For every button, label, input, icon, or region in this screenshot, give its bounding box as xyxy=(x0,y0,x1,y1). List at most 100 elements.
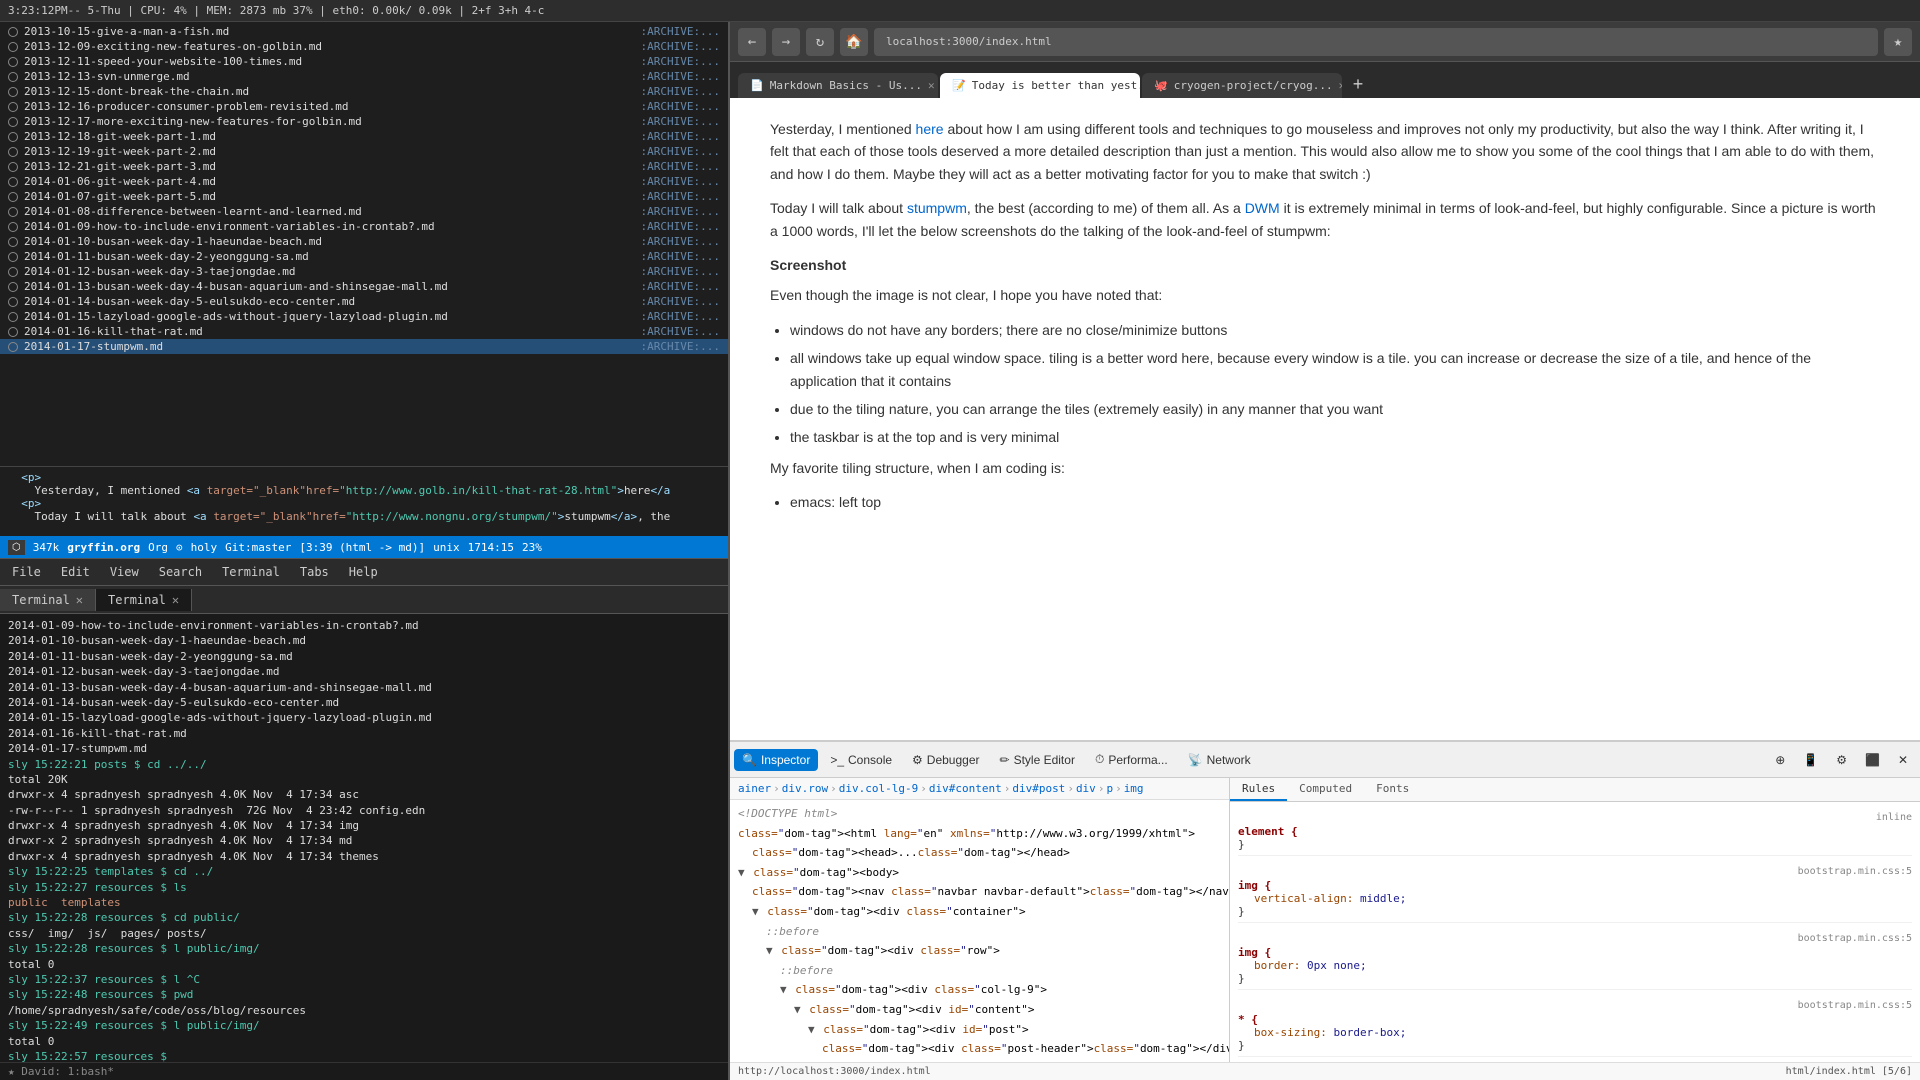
terminal-tab-1[interactable]: Terminal ✕ xyxy=(0,589,96,611)
devtools-style-editor-tab[interactable]: ✏ Style Editor xyxy=(992,749,1083,771)
css-source-file[interactable]: bootstrap.min.css:5 xyxy=(1238,864,1912,879)
dom-tree-node[interactable]: class="dom-tag"><html lang="en" xmlns="h… xyxy=(730,824,1229,844)
here-link[interactable]: here xyxy=(916,121,944,137)
file-item[interactable]: 2014-01-12-busan-week-day-3-taejongdae.m… xyxy=(0,264,728,279)
tab-0-close[interactable]: ✕ xyxy=(928,79,935,92)
file-item[interactable]: 2014-01-07-git-week-part-5.md:ARCHIVE:..… xyxy=(0,189,728,204)
file-item[interactable]: 2014-01-06-git-week-part-4.md:ARCHIVE:..… xyxy=(0,174,728,189)
address-bar[interactable]: localhost:3000/index.html xyxy=(874,28,1878,56)
file-item[interactable]: 2013-12-18-git-week-part-1.md:ARCHIVE:..… xyxy=(0,129,728,144)
dwm-link[interactable]: DWM xyxy=(1245,200,1280,216)
dom-expand-icon[interactable]: ▼ xyxy=(752,905,765,918)
menu-search[interactable]: Search xyxy=(155,563,206,581)
breadcrumb-item[interactable]: div.row xyxy=(782,782,828,795)
dom-tree-node[interactable]: ▼ class="dom-tag"><div id="content"> xyxy=(730,1000,1229,1020)
dom-tree-node[interactable]: <!DOCTYPE html> xyxy=(730,804,1229,824)
devtools-console-tab[interactable]: >_ Console xyxy=(822,749,900,771)
menu-edit[interactable]: Edit xyxy=(57,563,94,581)
file-item[interactable]: 2013-12-09-exciting-new-features-on-golb… xyxy=(0,39,728,54)
devtools-dock[interactable]: ⬛ xyxy=(1857,749,1888,771)
dom-expand-icon[interactable]: ▼ xyxy=(766,944,779,957)
browser-tab-1[interactable]: 📝 Today is better than yest... ✕ xyxy=(940,73,1140,98)
file-list[interactable]: 2013-10-15-give-a-man-a-fish.md:ARCHIVE:… xyxy=(0,22,728,466)
file-item[interactable]: 2014-01-17-stumpwm.md:ARCHIVE:... xyxy=(0,339,728,354)
breadcrumb-item[interactable]: div#content xyxy=(929,782,1002,795)
menu-view[interactable]: View xyxy=(106,563,143,581)
tab-2-close[interactable]: ✕ xyxy=(1339,79,1342,92)
css-source-file[interactable]: bootstrap.min.css:5 xyxy=(1238,998,1912,1013)
css-panel[interactable]: Rules Computed Fonts inlineelement {}boo… xyxy=(1230,778,1920,1062)
file-item[interactable]: 2014-01-13-busan-week-day-4-busan-aquari… xyxy=(0,279,728,294)
devtools-pick-element[interactable]: ⊕ xyxy=(1767,749,1793,771)
file-item[interactable]: 2014-01-09-how-to-include-environment-va… xyxy=(0,219,728,234)
dom-expand-icon[interactable]: ▼ xyxy=(780,983,793,996)
file-item[interactable]: 2013-12-11-speed-your-website-100-times.… xyxy=(0,54,728,69)
devtools-close[interactable]: ✕ xyxy=(1890,749,1916,771)
devtools-performance-tab[interactable]: ⏱ Performa... xyxy=(1087,748,1176,771)
css-property[interactable]: border: 0px none; xyxy=(1238,959,1912,972)
breadcrumb-item[interactable]: img xyxy=(1124,782,1144,795)
dom-tree-node[interactable]: ▼ class="dom-tag"><body> xyxy=(730,863,1229,883)
css-rules-subtab[interactable]: Rules xyxy=(1230,778,1287,801)
dom-tree-node[interactable]: class="dom-tag"><head>...class="dom-tag"… xyxy=(730,843,1229,863)
css-computed-subtab[interactable]: Computed xyxy=(1287,778,1364,801)
back-button[interactable]: ← xyxy=(738,28,766,56)
home-button[interactable]: 🏠 xyxy=(840,28,868,56)
terminal-tab-2-close[interactable]: ✕ xyxy=(172,593,179,607)
css-source-file[interactable]: inline xyxy=(1238,810,1912,825)
file-item[interactable]: 2014-01-11-busan-week-day-2-yeonggung-sa… xyxy=(0,249,728,264)
browser-tab-2[interactable]: 🐙 cryogen-project/cryog... ✕ xyxy=(1142,73,1342,98)
file-item[interactable]: 2014-01-10-busan-week-day-1-haeundae-bea… xyxy=(0,234,728,249)
menu-help[interactable]: Help xyxy=(345,563,382,581)
file-item[interactable]: 2013-12-16-producer-consumer-problem-rev… xyxy=(0,99,728,114)
terminal-content[interactable]: 2014-01-09-how-to-include-environment-va… xyxy=(0,614,728,1062)
dom-tree-node[interactable]: ▼ class="dom-tag"><div class="col-lg-9"> xyxy=(730,980,1229,1000)
dom-tree-node[interactable]: class="dom-tag"><div class="post-header"… xyxy=(730,1039,1229,1059)
css-source-file[interactable]: bootstrap.min.css:5 xyxy=(1238,931,1912,946)
terminal-tab-1-close[interactable]: ✕ xyxy=(76,593,83,607)
dom-tree-node[interactable]: ▼ class="dom-tag"><div class="row"> xyxy=(730,941,1229,961)
breadcrumb-item[interactable]: p xyxy=(1106,782,1113,795)
menu-file[interactable]: File xyxy=(8,563,45,581)
reload-button[interactable]: ↻ xyxy=(806,28,834,56)
terminal-tab-2[interactable]: Terminal ✕ xyxy=(96,589,192,611)
file-item[interactable]: 2014-01-14-busan-week-day-5-eulsukdo-eco… xyxy=(0,294,728,309)
devtools-settings[interactable]: ⚙ xyxy=(1828,749,1855,771)
css-fonts-subtab[interactable]: Fonts xyxy=(1364,778,1421,801)
css-property[interactable]: box-sizing: border-box; xyxy=(1238,1026,1912,1039)
file-item[interactable]: 2013-10-15-give-a-man-a-fish.md:ARCHIVE:… xyxy=(0,24,728,39)
dom-expand-icon[interactable]: ▼ xyxy=(738,866,751,879)
dom-tree[interactable]: <!DOCTYPE html>class="dom-tag"><html lan… xyxy=(730,800,1229,1062)
css-property[interactable]: vertical-align: middle; xyxy=(1238,892,1912,905)
breadcrumb-item[interactable]: div#post xyxy=(1012,782,1065,795)
dom-tree-node[interactable]: class="dom-tag"><nav class="navbar navba… xyxy=(730,882,1229,902)
dom-tree-node[interactable]: ▼ class="dom-tag"><div id="post"> xyxy=(730,1020,1229,1040)
devtools-debugger-tab[interactable]: ⚙ Debugger xyxy=(904,749,987,771)
file-item[interactable]: 2013-12-15-dont-break-the-chain.md:ARCHI… xyxy=(0,84,728,99)
menu-terminal[interactable]: Terminal xyxy=(218,563,284,581)
file-item[interactable]: 2013-12-21-git-week-part-3.md:ARCHIVE:..… xyxy=(0,159,728,174)
file-item[interactable]: 2014-01-16-kill-that-rat.md:ARCHIVE:... xyxy=(0,324,728,339)
stumpwm-link[interactable]: stumpwm xyxy=(907,200,967,216)
file-item[interactable]: 2013-12-19-git-week-part-2.md:ARCHIVE:..… xyxy=(0,144,728,159)
breadcrumb-item[interactable]: ainer xyxy=(738,782,771,795)
browser-tab-0[interactable]: 📄 Markdown Basics - Us... ✕ xyxy=(738,73,938,98)
new-tab-button[interactable]: + xyxy=(1344,70,1372,98)
devtools-network-tab[interactable]: 📡 Network xyxy=(1180,749,1259,771)
bookmark-button[interactable]: ★ xyxy=(1884,28,1912,56)
dom-expand-icon[interactable]: ▼ xyxy=(808,1023,821,1036)
dom-panel[interactable]: ainer›div.row›div.col-lg-9›div#content›d… xyxy=(730,778,1230,1062)
file-item[interactable]: 2013-12-17-more-exciting-new-features-fo… xyxy=(0,114,728,129)
devtools-inspector-tab[interactable]: 🔍 Inspector xyxy=(734,749,818,771)
dom-tree-node[interactable]: ▼ class="dom-tag"><div class="container"… xyxy=(730,902,1229,922)
menu-tabs[interactable]: Tabs xyxy=(296,563,333,581)
dom-expand-icon[interactable]: ▼ xyxy=(794,1003,807,1016)
breadcrumb-item[interactable]: div.col-lg-9 xyxy=(839,782,918,795)
dom-tree-node[interactable]: ::before xyxy=(730,961,1229,981)
file-item[interactable]: 2014-01-08-difference-between-learnt-and… xyxy=(0,204,728,219)
devtools-responsive[interactable]: 📱 xyxy=(1795,749,1826,771)
breadcrumb-item[interactable]: div xyxy=(1076,782,1096,795)
file-item[interactable]: 2014-01-15-lazyload-google-ads-without-j… xyxy=(0,309,728,324)
dom-tree-node[interactable]: ::before xyxy=(730,922,1229,942)
forward-button[interactable]: → xyxy=(772,28,800,56)
